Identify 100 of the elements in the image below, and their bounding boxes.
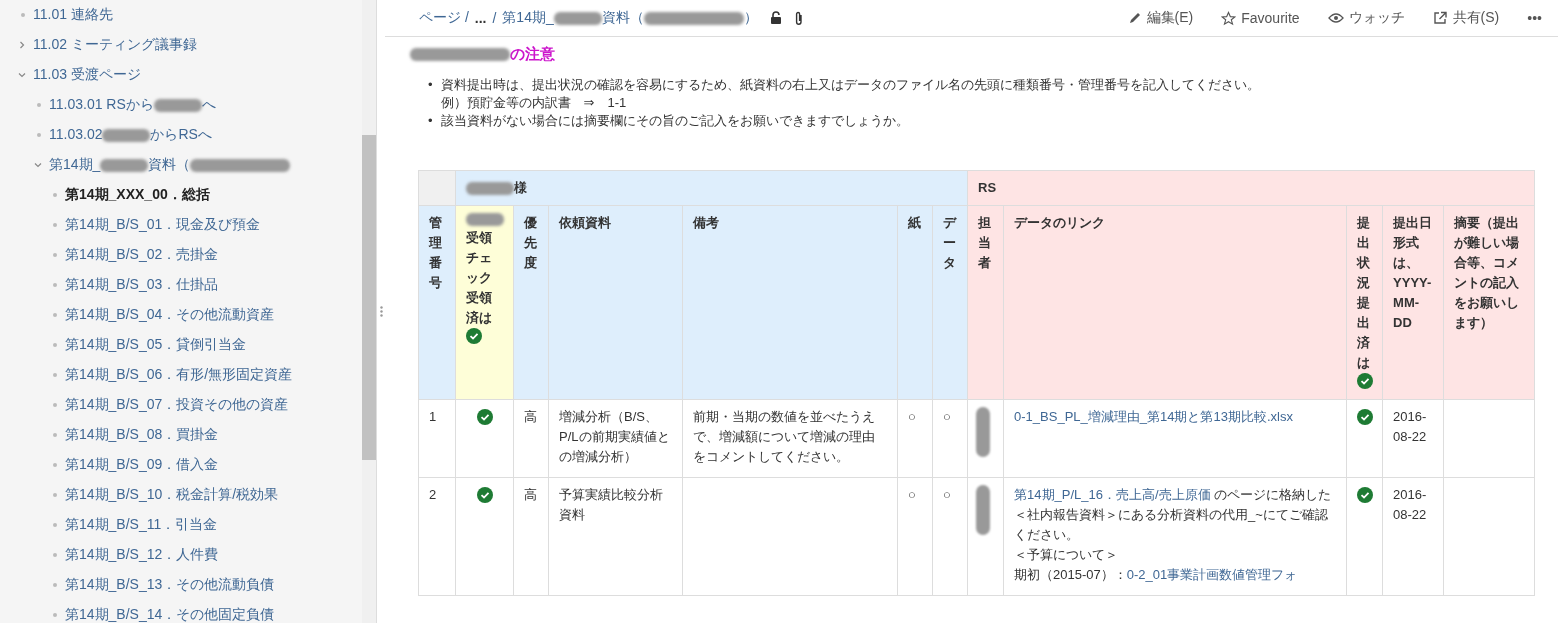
group-header-cell: 様 — [455, 170, 968, 206]
bullet-icon — [53, 253, 57, 257]
sidebar-item[interactable]: 第14期_B/S_03．仕掛品 — [65, 276, 219, 294]
star-icon — [1221, 10, 1237, 26]
redaction-mark — [976, 407, 991, 457]
cell-text: ＜予算について＞ — [1014, 546, 1120, 564]
sidebar-item[interactable]: 11.03.01 RSから へ — [49, 96, 216, 114]
sidebar-item[interactable]: 第14期_B/S_11．引当金 — [65, 516, 218, 534]
cell-text: 第14期_P/L_16．売上高/売上原価 のページに格納した＜社内報告資料＞にある分析資料の代用_~にてご確認ください。 — [1014, 486, 1333, 544]
table-cell: 2 — [418, 477, 456, 596]
group-header-cell: RS — [967, 170, 1535, 206]
splitter-handle-icon[interactable] — [379, 306, 383, 317]
table-cell: 2016-08-22 — [1382, 477, 1444, 596]
bullet-icon — [53, 403, 57, 407]
favourite-button[interactable]: Favourite — [1219, 7, 1302, 29]
bullet-icon — [53, 433, 57, 437]
notice-heading: の注意 — [410, 45, 1534, 64]
bullet-icon — [53, 493, 57, 497]
share-icon — [1432, 11, 1448, 25]
column-header-text: 依頼資料 — [559, 214, 612, 232]
paperclip-icon[interactable] — [793, 10, 804, 26]
file-link[interactable]: 第14期_P/L_16．売上高/売上原価 — [1014, 487, 1211, 502]
sidebar-item[interactable]: 11.03 受渡ページ — [33, 66, 141, 84]
column-header-text: 摘要（提出が難しい場合等、コメントの記入をお願いします） — [1454, 214, 1521, 332]
table-cell: ○ — [932, 477, 968, 596]
table-cell: 前期・当期の数値を並べたうえで、増減額について増減の理由をコメントしてください。 — [682, 399, 898, 478]
column-header-text: 管理番号 — [429, 214, 443, 292]
chevron-down-icon[interactable] — [18, 71, 28, 79]
sidebar-item[interactable]: 第14期_B/S_10．税金計算/税効果 — [65, 486, 279, 504]
bullet-icon — [37, 103, 41, 107]
watch-button[interactable]: ウォッチ — [1325, 7, 1407, 29]
share-button[interactable]: 共有(S) — [1430, 7, 1502, 29]
column-header-text: データのリンク — [1014, 214, 1107, 232]
more-button[interactable]: ••• — [1525, 7, 1544, 29]
file-link[interactable]: 0-2_01事業計画数値管理フォ — [1126, 567, 1298, 582]
table-cell: 2016-08-22 — [1382, 399, 1444, 478]
redaction-mark — [976, 485, 991, 535]
notice-text: 資料提出時は、提出状況の確認を容易にするため、紙資料の右上又はデータのファイル名の先頭に種類番号・管理番号を記入してください。 — [440, 76, 1260, 94]
edit-button[interactable]: 編集(E) — [1125, 7, 1196, 29]
sidebar-item[interactable]: 第14期_B/S_01．現金及び預金 — [65, 216, 261, 234]
scrollbar-thumb[interactable] — [362, 135, 376, 460]
sidebar-item[interactable]: 第14期_B/S_02．売掛金 — [65, 246, 219, 264]
scrollbar[interactable] — [362, 0, 376, 623]
bullet-icon — [53, 313, 57, 317]
redaction-mark — [466, 213, 504, 226]
table-cell: 高 — [513, 399, 549, 478]
sidebar-item[interactable]: 第14期_B/S_07．投資その他の資産 — [65, 396, 289, 414]
column-header-text: 提出日形式は、YYYY-MM-DD — [1393, 214, 1434, 332]
bullet-icon — [53, 283, 57, 287]
bullet-marker: • — [428, 76, 433, 94]
column-header-text: 受領チェック受領済は — [466, 229, 493, 327]
unlock-icon[interactable] — [769, 11, 782, 25]
notice-text: 例）預貯金等の内訳書 ⇒ 1-1 — [440, 94, 628, 112]
bullet-icon — [53, 553, 57, 557]
table-cell: ○ — [897, 477, 933, 596]
sidebar-item[interactable]: 第14期_B/S_08．買掛金 — [65, 426, 219, 444]
column-header-text: 提出状況提出済は — [1357, 214, 1372, 372]
bullet-icon — [53, 193, 57, 197]
table-cell: ○ — [897, 399, 933, 478]
table-cell: 予算実績比較分析資料 — [548, 477, 683, 596]
notice-text: 該当資料がない場合には摘要欄にその旨のご記入をお願いできますでしょうか。 — [440, 112, 909, 130]
sidebar-item[interactable]: 第14期_ 資料（ — [49, 156, 291, 174]
breadcrumb-link[interactable]: ページ / — [419, 9, 469, 27]
sidebar-item[interactable]: 第14期_B/S_06．有形/無形固定資産 — [65, 366, 293, 384]
bullet-icon — [53, 373, 57, 377]
table-cell: 1 — [418, 399, 456, 478]
column-header-text: データ — [943, 214, 958, 272]
bullet-marker: • — [428, 112, 433, 130]
pencil-icon — [1127, 11, 1142, 25]
column-header-text: 備考 — [693, 214, 720, 232]
eye-icon — [1327, 12, 1344, 24]
file-link[interactable]: 0-1_BS_PL_増減理由_第14期と第13期比較.xlsx — [1014, 409, 1293, 424]
bullet-icon — [53, 523, 57, 527]
sidebar-item[interactable]: 第14期_B/S_05．貸倒引当金 — [65, 336, 247, 354]
bullet-icon — [53, 343, 57, 347]
sidebar-item[interactable]: 第14期_B/S_04．その他流動資産 — [65, 306, 275, 324]
breadcrumb-title-link[interactable]: 第14期_ 資料（ ） — [502, 9, 758, 27]
bullet-icon — [21, 13, 25, 17]
breadcrumb-separator: / — [492, 10, 497, 26]
chevron-down-icon[interactable] — [34, 161, 44, 169]
sidebar-item[interactable]: 11.01 連絡先 — [33, 6, 113, 24]
sidebar-item[interactable]: 第14期_XXX_00．総括 — [65, 186, 210, 204]
table-cell: 増減分析（B/S、P/Lの前期実績値との増減分析） — [548, 399, 683, 478]
table-cell: 高 — [513, 477, 549, 596]
bullet-icon — [53, 223, 57, 227]
check-circle-icon — [1357, 373, 1374, 389]
column-header-text: 紙 — [908, 214, 922, 232]
bullet-icon — [53, 583, 57, 587]
column-header-text: 優先度 — [524, 214, 538, 272]
bullet-icon — [37, 133, 41, 137]
sidebar-item[interactable]: 第14期_B/S_13．その他流動負債 — [65, 576, 275, 594]
sidebar-item[interactable]: 11.02 ミーティング議事録 — [33, 36, 197, 54]
sidebar-item[interactable]: 第14期_B/S_12．人件費 — [65, 546, 219, 564]
cell-text: 期初（2015-07）：0-2_01事業計画数値管理フォ — [1014, 566, 1299, 584]
bullet-icon — [53, 613, 57, 617]
sidebar-item[interactable]: 第14期_B/S_14．その他固定負債 — [65, 606, 275, 623]
sidebar-item[interactable]: 11.03.02 からRSへ — [49, 126, 212, 144]
check-circle-icon — [466, 328, 482, 344]
breadcrumb-ellipsis[interactable]: ... — [474, 10, 487, 26]
sidebar-item[interactable]: 第14期_B/S_09．借入金 — [65, 456, 219, 474]
